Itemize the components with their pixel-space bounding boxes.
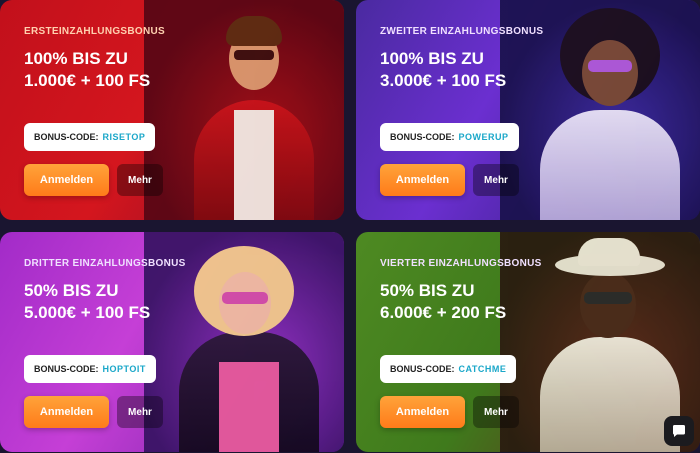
bonus-code-box[interactable]: BONUS-CODE: HOPTOIT <box>24 355 156 383</box>
bonus-code-value: CATCHME <box>458 364 507 374</box>
bonus-label: ZWEITER EINZAHLUNGSBONUS <box>380 26 544 37</box>
mehr-button[interactable]: Mehr <box>473 164 519 196</box>
mehr-button[interactable]: Mehr <box>117 396 163 428</box>
chat-bubble-icon[interactable] <box>664 416 694 446</box>
bonus-label: DRITTER EINZAHLUNGSBONUS <box>24 258 186 269</box>
bonus-title-line2: 5.000€ + 100 FS <box>24 303 151 322</box>
bonus-title-line2: 6.000€ + 200 FS <box>380 303 507 322</box>
bonus-code-value: RISETOP <box>102 132 146 142</box>
bonus-title-line1: 100% BIS ZU <box>24 49 128 68</box>
anmelden-button[interactable]: Anmelden <box>24 396 109 428</box>
bonus-title-line2: 1.000€ + 100 FS <box>24 71 151 90</box>
mehr-button[interactable]: Mehr <box>473 396 519 428</box>
bonus-title-line2: 3.000€ + 100 FS <box>380 71 507 90</box>
bonus-card-third-deposit: DRITTER EINZAHLUNGSBONUS 50% BIS ZU 5.00… <box>0 232 344 452</box>
man-in-red-suit-image <box>184 0 324 220</box>
bonus-code-prefix: BONUS-CODE: <box>34 364 99 374</box>
anmelden-button[interactable]: Anmelden <box>380 164 465 196</box>
bonus-card-fourth-deposit: VIERTER EINZAHLUNGSBONUS 50% BIS ZU 6.00… <box>356 232 700 452</box>
chat-bubble-icon-glyph <box>673 425 685 437</box>
bonus-title: 50% BIS ZU 5.000€ + 100 FS <box>24 280 150 324</box>
blonde-woman-image <box>164 232 334 452</box>
bonus-code-value: HOPTOIT <box>102 364 146 374</box>
bonus-title: 100% BIS ZU 3.000€ + 100 FS <box>380 48 506 92</box>
bonus-title: 100% BIS ZU 1.000€ + 100 FS <box>24 48 150 92</box>
anmelden-button[interactable]: Anmelden <box>380 396 465 428</box>
bonus-code-prefix: BONUS-CODE: <box>390 364 455 374</box>
bonus-code-value: POWERUP <box>458 132 509 142</box>
bonus-title-line1: 50% BIS ZU <box>380 281 475 300</box>
anmelden-button[interactable]: Anmelden <box>24 164 109 196</box>
bonus-code-prefix: BONUS-CODE: <box>34 132 99 142</box>
woman-with-afro-image <box>530 0 690 220</box>
bonus-title-line1: 50% BIS ZU <box>24 281 119 300</box>
bonus-title: 50% BIS ZU 6.000€ + 200 FS <box>380 280 506 324</box>
mehr-button[interactable]: Mehr <box>117 164 163 196</box>
bonus-code-box[interactable]: BONUS-CODE: POWERUP <box>380 123 519 151</box>
bonus-label: VIERTER EINZAHLUNGSBONUS <box>380 258 542 269</box>
bonus-title-line1: 100% BIS ZU <box>380 49 484 68</box>
bonus-label: ERSTEINZAHLUNGSBONUS <box>24 26 166 37</box>
bonus-code-prefix: BONUS-CODE: <box>390 132 455 142</box>
bonus-code-box[interactable]: BONUS-CODE: RISETOP <box>24 123 156 151</box>
character-illustration <box>144 0 344 220</box>
bonus-card-first-deposit: ERSTEINZAHLUNGSBONUS 100% BIS ZU 1.000€ … <box>0 0 344 220</box>
bonus-code-box[interactable]: BONUS-CODE: CATCHME <box>380 355 517 383</box>
bonus-card-second-deposit: ZWEITER EINZAHLUNGSBONUS 100% BIS ZU 3.0… <box>356 0 700 220</box>
